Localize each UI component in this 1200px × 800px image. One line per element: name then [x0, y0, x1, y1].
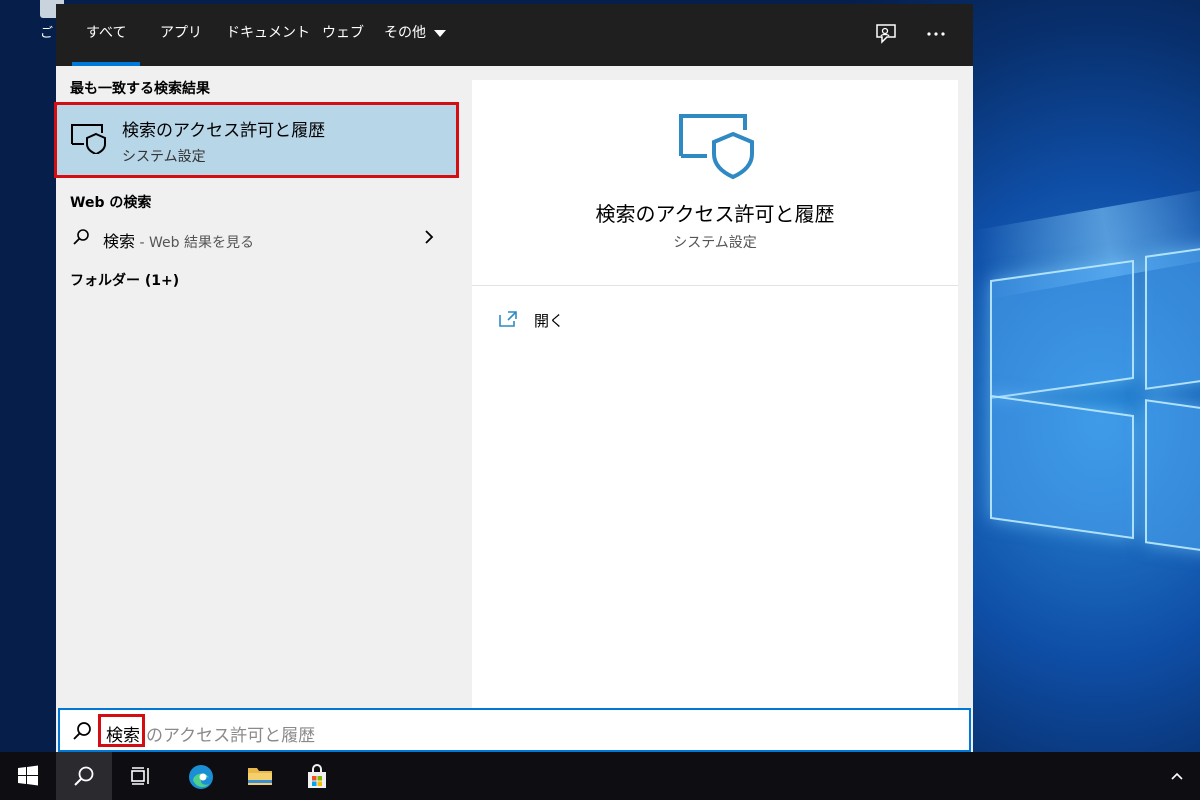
- task-view-button[interactable]: [112, 752, 168, 800]
- start-button[interactable]: [0, 752, 56, 800]
- settings-shield-icon: [71, 124, 106, 154]
- chevron-down-icon: [434, 29, 446, 37]
- taskbar: [0, 752, 1200, 800]
- preview-subtitle: システム設定: [673, 235, 757, 251]
- tab-more-label: その他: [384, 25, 426, 41]
- edge-button[interactable]: [172, 752, 228, 800]
- preview-divider: [472, 285, 958, 286]
- annotation-box-typed-text: [98, 714, 145, 747]
- tab-documents[interactable]: ドキュメント: [226, 4, 310, 66]
- search-suggestion-text: のアクセス許可と履歴: [146, 726, 316, 746]
- tab-web[interactable]: ウェブ: [322, 4, 364, 66]
- window-pane-3: [990, 394, 1134, 540]
- open-icon: [499, 311, 517, 327]
- best-match-title: 検索のアクセス許可と履歴: [122, 121, 326, 141]
- window-pane-1: [990, 259, 1134, 400]
- taskbar-search-button[interactable]: [56, 752, 112, 800]
- search-icon: [74, 766, 94, 786]
- folder-icon: [248, 768, 272, 785]
- window-pane-2: [1145, 244, 1200, 390]
- web-result-suffix: - Web 結果を見る: [135, 235, 254, 251]
- search-icon: [73, 722, 91, 740]
- store-button[interactable]: [288, 752, 344, 800]
- search-input[interactable]: 検索 のアクセス許可と履歴: [58, 708, 971, 752]
- file-explorer-button[interactable]: [230, 752, 286, 800]
- search-tabs: すべて アプリ ドキュメント ウェブ その他: [56, 4, 973, 66]
- search-icon: [73, 229, 89, 245]
- more-options-icon[interactable]: [924, 22, 948, 46]
- search-panel: すべて アプリ ドキュメント ウェブ その他 最も一致する検索結果 検索のアクセ…: [54, 4, 973, 754]
- best-match-item[interactable]: 検索のアクセス許可と履歴 システム設定: [56, 104, 458, 178]
- desktop-icon-label: ご: [40, 26, 54, 41]
- preview-title: 検索のアクセス許可と履歴: [595, 202, 835, 226]
- tab-apps[interactable]: アプリ: [160, 4, 202, 66]
- store-icon: [308, 764, 326, 788]
- web-search-heading: Web の検索: [70, 195, 152, 211]
- best-match-subtitle: システム設定: [122, 149, 206, 165]
- web-result-query: 検索: [103, 232, 136, 251]
- chevron-right-icon[interactable]: [422, 228, 436, 246]
- best-match-heading: 最も一致する検索結果: [70, 81, 210, 97]
- window-pane-4: [1145, 399, 1200, 555]
- results-list: 最も一致する検索結果 検索のアクセス許可と履歴 システム設定 Web の検索 検…: [54, 66, 459, 706]
- web-result-text: 検索 - Web 結果を見る: [103, 228, 254, 252]
- settings-shield-icon-large: [679, 114, 754, 180]
- preview-pane: 検索のアクセス許可と履歴 システム設定 開く: [472, 80, 958, 720]
- edge-browser-icon: [189, 765, 213, 789]
- web-search-result[interactable]: 検索 - Web 結果を見る: [56, 220, 458, 256]
- open-label: 開く: [534, 312, 565, 330]
- folders-heading: フォルダー (1+): [70, 273, 180, 289]
- tab-all[interactable]: すべて: [71, 4, 142, 66]
- feedback-icon[interactable]: [874, 22, 898, 46]
- tab-more[interactable]: その他: [384, 4, 446, 66]
- system-tray-chevron-up-icon[interactable]: [1170, 770, 1184, 782]
- task-view-icon: [131, 767, 149, 785]
- windows-logo-icon: [18, 765, 38, 786]
